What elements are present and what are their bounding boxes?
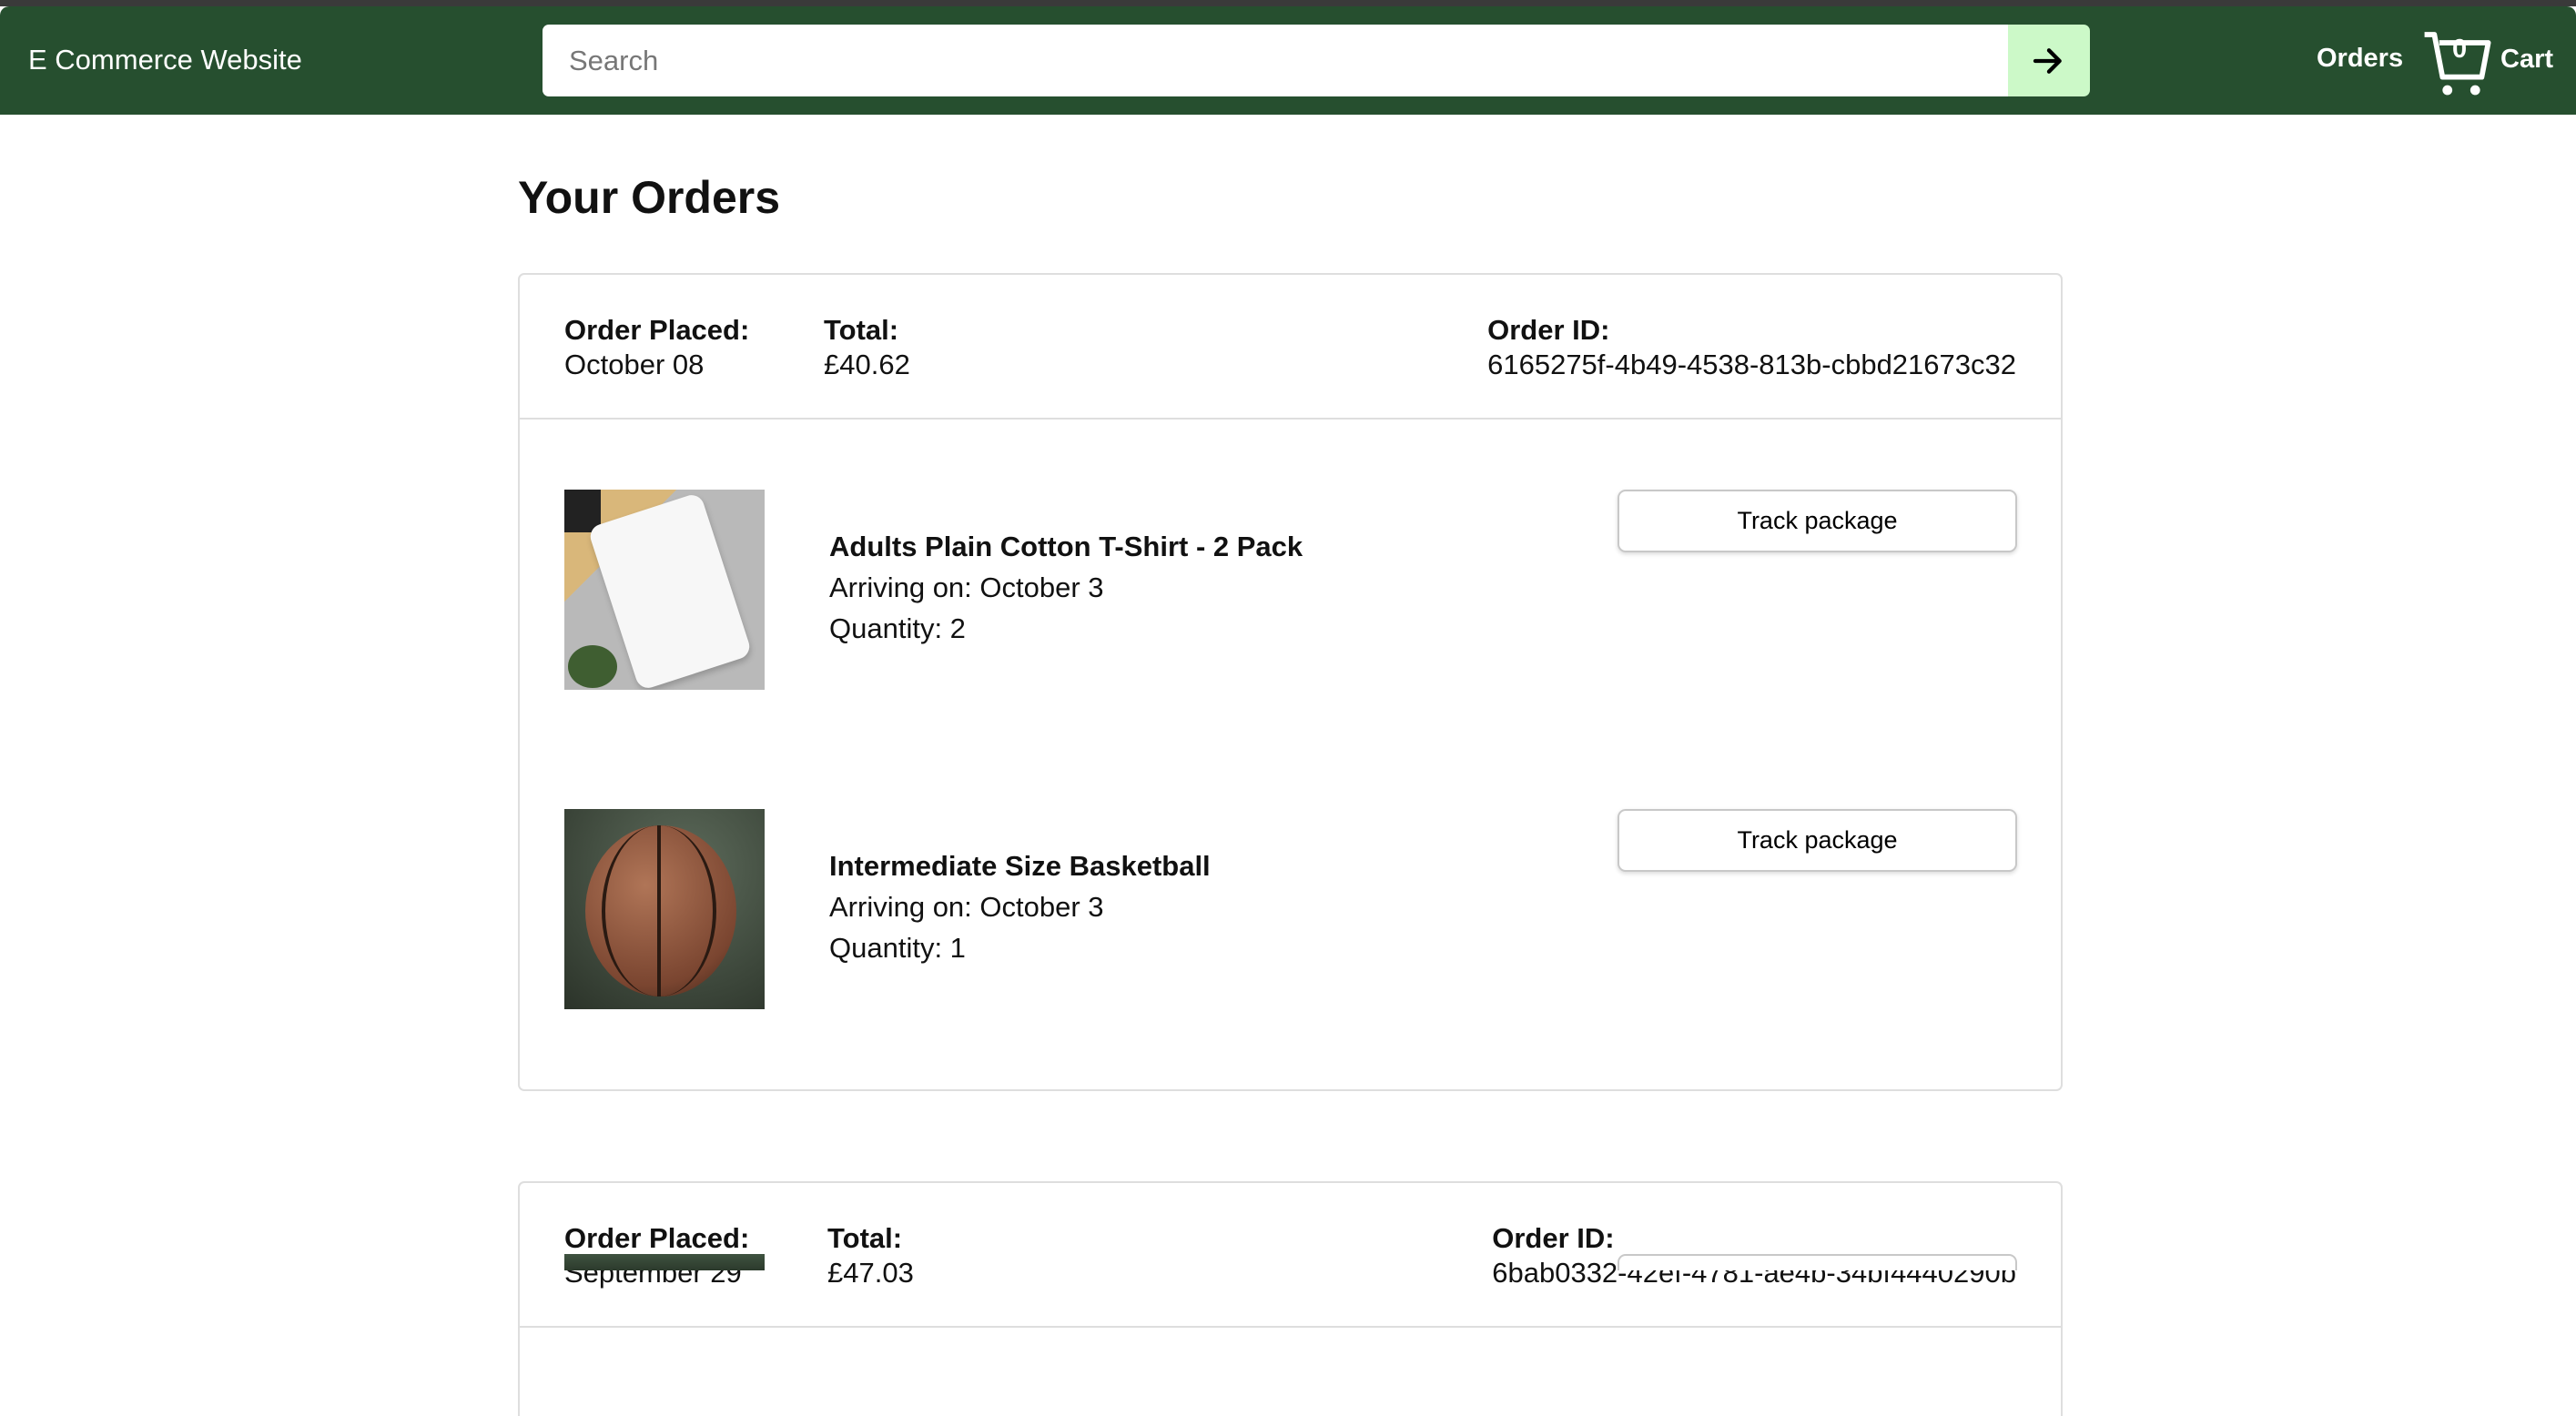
order-item <box>564 1254 2018 1270</box>
quantity: Quantity: 2 <box>829 612 966 644</box>
cart-count: 0 <box>2452 35 2468 64</box>
order-item: Adults Plain Cotton T-Shirt - 2 Pack Arr… <box>564 490 2018 690</box>
track-package-button[interactable] <box>1618 1254 2017 1270</box>
order-id: Order ID: 6165275f-4b49-4538-813b-cbbd216… <box>1487 313 2016 382</box>
page-title: Your Orders <box>518 172 781 223</box>
order-total-label: Total: <box>827 1222 903 1254</box>
site-logo-link[interactable]: E Commerce Website <box>28 44 302 76</box>
cart-link[interactable]: 0 Cart <box>2421 26 2569 98</box>
order-placed: Order Placed: October 08 <box>564 313 749 382</box>
product-image <box>564 1254 765 1270</box>
order-card: Order Placed: October 08 Total: £40.62 Ord… <box>518 273 2063 1091</box>
cart-label: Cart <box>2500 45 2554 74</box>
product-name: Intermediate Size Basketball <box>829 850 1211 882</box>
track-package-button[interactable]: Track package <box>1618 809 2017 872</box>
order-id-label: Order ID: <box>1487 314 1610 346</box>
quantity: Quantity: 1 <box>829 932 966 964</box>
order-item: Intermediate Size Basketball Arriving on… <box>564 809 2018 1009</box>
product-image-tshirt <box>564 490 765 690</box>
order-card: Order Placed: September 29 Total: £47.03 O… <box>518 1181 2063 1416</box>
window-top-strip <box>0 0 2576 6</box>
order-id-value: 6165275f-4b49-4538-813b-cbbd21673c32 <box>1487 349 2016 380</box>
product-image-basketball <box>564 809 765 1009</box>
order-placed-value: October 08 <box>564 349 705 380</box>
product-name: Adults Plain Cotton T-Shirt - 2 Pack <box>829 531 1303 562</box>
order-total-label: Total: <box>824 314 899 346</box>
order-total: Total: £40.62 <box>824 313 910 382</box>
search-input[interactable] <box>543 25 2008 96</box>
order-placed-label: Order Placed: <box>564 314 750 346</box>
arrival-date: Arriving on: October 3 <box>829 891 1104 923</box>
arrow-right-icon <box>2033 47 2062 74</box>
order-id-label: Order ID: <box>1492 1222 1615 1254</box>
order-header: Order Placed: October 08 Total: £40.62 Ord… <box>520 275 2061 420</box>
site-header: E Commerce Website Orders 0 Cart <box>0 6 2576 115</box>
order-placed-label: Order Placed: <box>564 1222 750 1254</box>
search-button[interactable] <box>2008 25 2090 96</box>
arrival-date: Arriving on: October 3 <box>829 571 1104 603</box>
orders-link[interactable]: Orders <box>2317 44 2403 74</box>
track-package-button[interactable]: Track package <box>1618 490 2017 552</box>
order-total-value: £40.62 <box>824 349 910 380</box>
